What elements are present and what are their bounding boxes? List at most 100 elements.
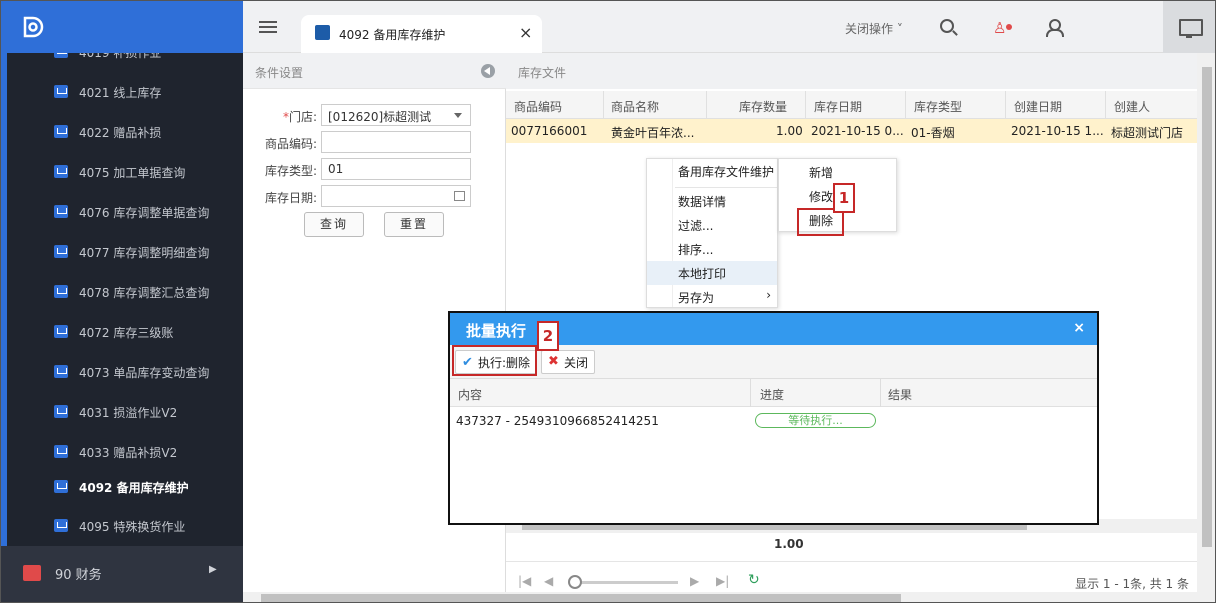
menu-item-add[interactable]: 新增 xyxy=(809,164,833,181)
menu-item-edit[interactable]: 修改 xyxy=(809,188,833,205)
query-button[interactable]: 查询 xyxy=(304,212,364,237)
store-select[interactable]: [012620]标超测试 xyxy=(321,104,471,126)
sidebar-item-4033[interactable]: 4033 赠品补损V2 xyxy=(7,432,243,472)
menu-item-print[interactable]: 本地打印 xyxy=(647,261,777,285)
sidebar-item-4095[interactable]: 4095 特殊换货作业 xyxy=(7,506,243,546)
cart-icon xyxy=(54,85,68,98)
menu-separator xyxy=(675,187,777,188)
menu-item-sort[interactable]: 排序... xyxy=(647,237,777,261)
sidebar-item-4031[interactable]: 4031 损溢作业V2 xyxy=(7,392,243,432)
sidebar-item-4078[interactable]: 4078 库存调整汇总查询 xyxy=(7,272,243,312)
sidebar-item-finance[interactable]: 90 财务 ▶ xyxy=(1,546,243,602)
app-window: 4019 补损作业 4021 线上库存 4022 赠品补损 4075 加工单据查… xyxy=(0,0,1216,603)
scroll-thumb[interactable] xyxy=(261,594,901,602)
store-label: *门店: xyxy=(282,110,317,124)
column-header[interactable]: 库存类型 xyxy=(914,98,962,115)
sidebar-item-4092[interactable]: 4092 备用库存维护 xyxy=(7,467,243,507)
dialog-table-header: 内容 进度 结果 xyxy=(450,379,1097,407)
progress-indicator: 等待执行... xyxy=(755,413,876,428)
column-divider xyxy=(706,91,707,119)
column-divider xyxy=(805,91,806,119)
stock-panel-header: 库存文件 xyxy=(506,53,1197,89)
sidebar-item-4076[interactable]: 4076 库存调整单据查询 xyxy=(7,192,243,232)
column-divider xyxy=(603,91,604,119)
last-page-icon[interactable]: ▶| xyxy=(716,574,729,588)
slider-knob[interactable] xyxy=(568,575,582,589)
column-header: 内容 xyxy=(458,388,483,402)
column-header[interactable]: 商品名称 xyxy=(611,98,659,115)
cart-icon xyxy=(315,25,330,40)
prev-page-icon[interactable]: ◀ xyxy=(544,574,553,588)
cart-icon xyxy=(54,480,68,493)
tab-close-icon[interactable]: × xyxy=(519,23,532,42)
close-icon: ✖ xyxy=(548,354,559,369)
tab-4092[interactable]: 4092 备用库存维护 × xyxy=(301,15,542,53)
bottom-scrollbar[interactable] xyxy=(243,592,1197,602)
notification-icon[interactable]: ♙ xyxy=(993,19,1012,37)
sidebar-item-4073[interactable]: 4073 单品库存变动查询 xyxy=(7,352,243,392)
search-icon[interactable] xyxy=(940,19,954,33)
annotation-highlight-2 xyxy=(452,345,537,376)
condition-panel-header: 条件设置 xyxy=(243,53,506,89)
cart-icon xyxy=(54,205,68,218)
annotation-badge-2: 2 xyxy=(537,321,559,351)
menu-item-stock-file[interactable]: 备用库存文件维护 xyxy=(647,159,777,183)
annotation-badge-1: 1 xyxy=(833,183,855,213)
sidebar-item-4075[interactable]: 4075 加工单据查询 xyxy=(7,152,243,192)
column-divider xyxy=(880,379,881,407)
stock-type-input[interactable]: 01 xyxy=(321,158,471,180)
column-header[interactable]: 创建日期 xyxy=(1014,98,1062,115)
sidebar-item-4021[interactable]: 4021 线上库存 xyxy=(7,72,243,112)
collapse-icon[interactable] xyxy=(481,64,495,78)
cart-icon xyxy=(54,285,68,298)
column-divider xyxy=(905,91,906,119)
cart-icon xyxy=(54,405,68,418)
column-header[interactable]: 创建人 xyxy=(1114,98,1150,115)
sidebar-item-4022[interactable]: 4022 赠品补损 xyxy=(7,112,243,152)
cart-icon xyxy=(54,245,68,258)
user-icon[interactable] xyxy=(1046,19,1064,37)
dialog-row[interactable]: 437327 - 2549310966852414251 等待执行... xyxy=(450,407,1097,435)
dialog-close-icon[interactable]: × xyxy=(1073,320,1085,336)
scroll-thumb[interactable] xyxy=(1202,67,1212,547)
sidebar-item-4077[interactable]: 4077 库存调整明细查询 xyxy=(7,232,243,272)
sidebar-menu: 4019 补损作业 4021 线上库存 4022 赠品补损 4075 加工单据查… xyxy=(1,53,243,546)
cart-icon xyxy=(54,365,68,378)
column-header[interactable]: 库存数量 xyxy=(739,98,787,115)
sidebar-item-4019[interactable]: 4019 补损作业 xyxy=(7,53,243,72)
menu-item-save-as[interactable]: 另存为 › xyxy=(647,285,777,309)
table-row[interactable]: 0077166001 黄金叶百年浓... 1.00 2021-10-15 0..… xyxy=(506,119,1197,143)
close-operations-dropdown[interactable]: 关闭操作 ˅ xyxy=(845,20,903,37)
column-divider xyxy=(1005,91,1006,119)
sidebar-item-4072[interactable]: 4072 库存三级账 xyxy=(7,312,243,352)
first-page-icon[interactable]: |◀ xyxy=(518,574,531,588)
monitor-icon[interactable] xyxy=(1163,1,1215,53)
calendar-icon[interactable] xyxy=(454,191,465,201)
hamburger-menu-icon[interactable] xyxy=(259,21,277,33)
column-divider xyxy=(750,379,751,407)
column-header[interactable]: 商品编码 xyxy=(514,98,562,115)
column-divider xyxy=(1105,91,1106,119)
close-button[interactable]: ✖ 关闭 xyxy=(541,350,596,374)
column-header: 进度 xyxy=(760,388,785,402)
date-label: 库存日期: xyxy=(264,191,317,205)
page-info: 显示 1 - 1条, 共 1 条 xyxy=(1075,577,1189,591)
code-label: 商品编码: xyxy=(264,137,317,151)
next-page-icon[interactable]: ▶ xyxy=(690,574,699,588)
cart-icon xyxy=(54,165,68,178)
finance-icon xyxy=(23,565,41,581)
reset-button[interactable]: 重置 xyxy=(384,212,444,237)
stock-date-input[interactable] xyxy=(321,185,471,207)
cart-icon xyxy=(54,519,68,532)
menu-item-filter[interactable]: 过滤... xyxy=(647,213,777,237)
product-code-input[interactable] xyxy=(321,131,471,153)
menu-item-details[interactable]: 数据详情 xyxy=(647,189,777,213)
page-slider[interactable] xyxy=(568,575,678,589)
chevron-right-icon: › xyxy=(766,288,771,302)
refresh-icon[interactable]: ↻ xyxy=(748,572,760,588)
cart-icon xyxy=(54,445,68,458)
vertical-scrollbar[interactable] xyxy=(1197,53,1215,602)
chevron-right-icon: ▶ xyxy=(209,564,217,575)
cart-icon xyxy=(54,125,68,138)
column-header[interactable]: 库存日期 xyxy=(814,98,862,115)
